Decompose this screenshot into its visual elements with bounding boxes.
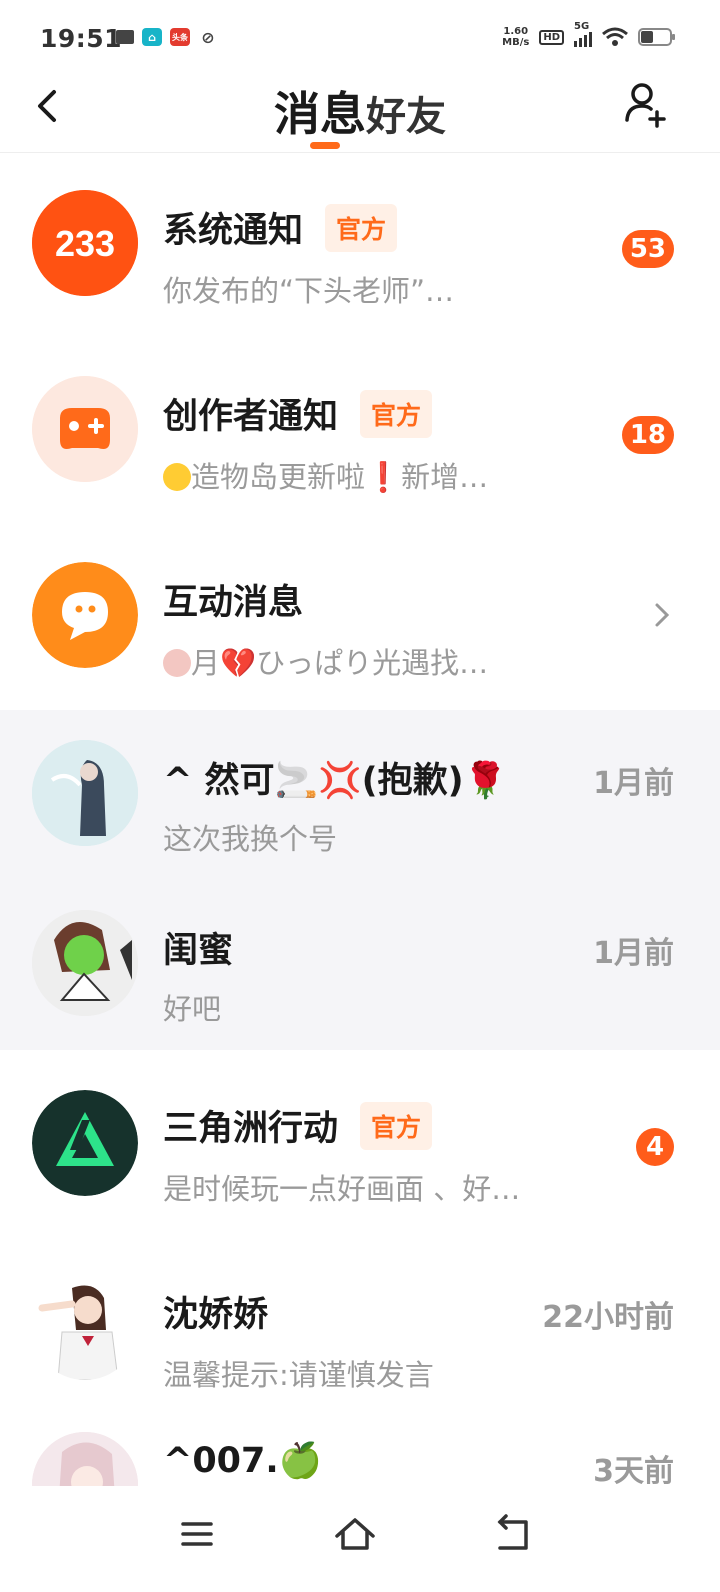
tab-friends[interactable]: 好友 [366,84,446,142]
list-item[interactable]: 创作者通知 官方 造物岛更新啦❗新增… 18 [0,338,720,524]
tab-friends-label: 好友 [366,94,446,140]
party-face-icon [163,463,191,491]
system-nav-bar [0,1486,720,1592]
notification-icons: ⌂ 头条 ⊘ [116,27,218,47]
name-line: ^007.🍏 [163,1440,322,1481]
signal-icon: 5G [574,21,592,47]
official-tag: 官方 [360,389,433,438]
conversation-name: 创作者通知 [163,397,339,437]
user-avatar [32,1274,138,1380]
tab-messages[interactable]: 消息 [274,78,366,149]
back-nav-icon[interactable] [488,1510,536,1558]
message-time: 1月前 [593,766,674,801]
name-line: 三角洲行动 官方 [163,1100,433,1151]
message-time: 22小时前 [542,1300,674,1335]
name-line: 系统通知 官方 [163,202,398,253]
list-item[interactable]: 233 系统通知 官方 你发布的“下头老师”… 53 [0,152,720,338]
status-bar: 19:51 ⌂ 头条 ⊘ 1.60 MB/s HD 5G [0,0,720,78]
schoolgirl-character-avatar [32,1274,138,1380]
message-preview: 月💔ひっぱり光遇找… [163,640,488,682]
anime-character-avatar [32,740,138,846]
creator-notice-avatar [32,376,138,482]
name-line: 创作者通知 官方 [163,388,433,439]
menu-icon[interactable] [173,1510,221,1558]
official-tag: 官方 [325,203,398,252]
delta-force-avatar [32,1090,138,1196]
net-speed-value: 1.60 [503,26,529,37]
sync-icon: ⊘ [201,27,215,47]
name-line: 闺蜜 [163,922,233,973]
message-preview: 温馨提示:请谨慎发言 [163,1358,434,1392]
chat-bubble-icon [32,562,138,668]
list-item[interactable]: 三角洲行动 官方 是时候玩一点好画面 、好… 4 [0,1050,720,1236]
conversation-list: 233 系统通知 官方 你发布的“下头老师”… 53 创作者通知 官方 造物岛更… [0,152,720,1566]
conversation-name: 系统通知 [163,211,304,251]
battery-icon [638,28,675,46]
unread-badge: 18 [621,416,674,454]
message-preview: 这次我换个号 [163,822,338,856]
name-line: 沈娇娇 [163,1286,268,1337]
message-preview: 你发布的“下头老师”… [163,274,455,308]
wilted-flower-icon [163,649,191,677]
system-notice-avatar: 233 [32,190,138,296]
unread-badge: 53 [621,230,674,268]
message-preview: 好吧 [163,992,222,1026]
status-right: 1.60 MB/s HD 5G [502,21,675,48]
message-preview-text: 造物岛更新啦❗新增… [191,460,489,494]
conversation-name: 沈娇娇 [163,1295,269,1335]
tab-messages-label: 消息 [274,87,366,141]
video-call-icon [116,30,134,44]
official-tag: 官方 [360,1101,433,1150]
home-icon[interactable] [331,1510,379,1558]
svg-text:233: 233 [55,223,115,264]
net-speed: 1.60 MB/s [502,26,529,48]
interaction-avatar [32,562,138,668]
message-time: 1月前 [593,936,674,971]
conversation-name: 闺蜜 [163,931,234,971]
message-preview: 造物岛更新啦❗新增… [163,454,488,496]
conversation-name: 互动消息 [163,583,304,623]
status-time: 19:51 [40,24,123,53]
233-logo-icon: 233 [32,190,138,296]
unread-badge: 4 [636,1128,674,1166]
network-type: 5G [574,21,590,32]
toutiao-icon: 头条 [170,28,190,46]
tab-active-indicator [310,142,340,149]
conversation-name: ^ 然可🚬💢(抱歉)🌹 [163,761,508,801]
user-avatar [32,740,138,846]
tab-bar: 消息 好友 [0,78,720,149]
net-speed-unit: MB/s [502,37,530,48]
list-item[interactable]: 闺蜜 好吧 1月前 [0,880,720,1050]
wifi-icon [602,27,628,46]
list-item[interactable]: 沈娇娇 温馨提示:请谨慎发言 22小时前 [0,1236,720,1416]
chevron-right-icon [655,603,670,627]
message-time: 3天前 [593,1454,674,1489]
name-line: ^ 然可🚬💢(抱歉)🌹 [163,752,507,803]
user-avatar [32,910,138,1016]
delta-force-logo-icon [32,1090,138,1196]
conversation-name: 三角洲行动 [163,1109,339,1149]
name-line: 互动消息 [163,574,303,625]
gamepad-icon [32,376,138,482]
home-app-icon: ⌂ [142,28,162,46]
conversation-name: ^007.🍏 [163,1441,323,1481]
message-preview: 是时候玩一点好画面 、好… [163,1172,521,1206]
list-item[interactable]: ^ 然可🚬💢(抱歉)🌹 这次我换个号 1月前 [0,710,720,880]
hd-icon: HD [539,29,564,45]
green-character-avatar [32,910,138,1016]
top-header: 消息 好友 [0,78,720,153]
add-friend-icon[interactable] [624,80,672,130]
list-item[interactable]: 互动消息 月💔ひっぱり光遇找… [0,524,720,710]
message-preview-text: 月💔ひっぱり光遇找… [191,646,489,680]
